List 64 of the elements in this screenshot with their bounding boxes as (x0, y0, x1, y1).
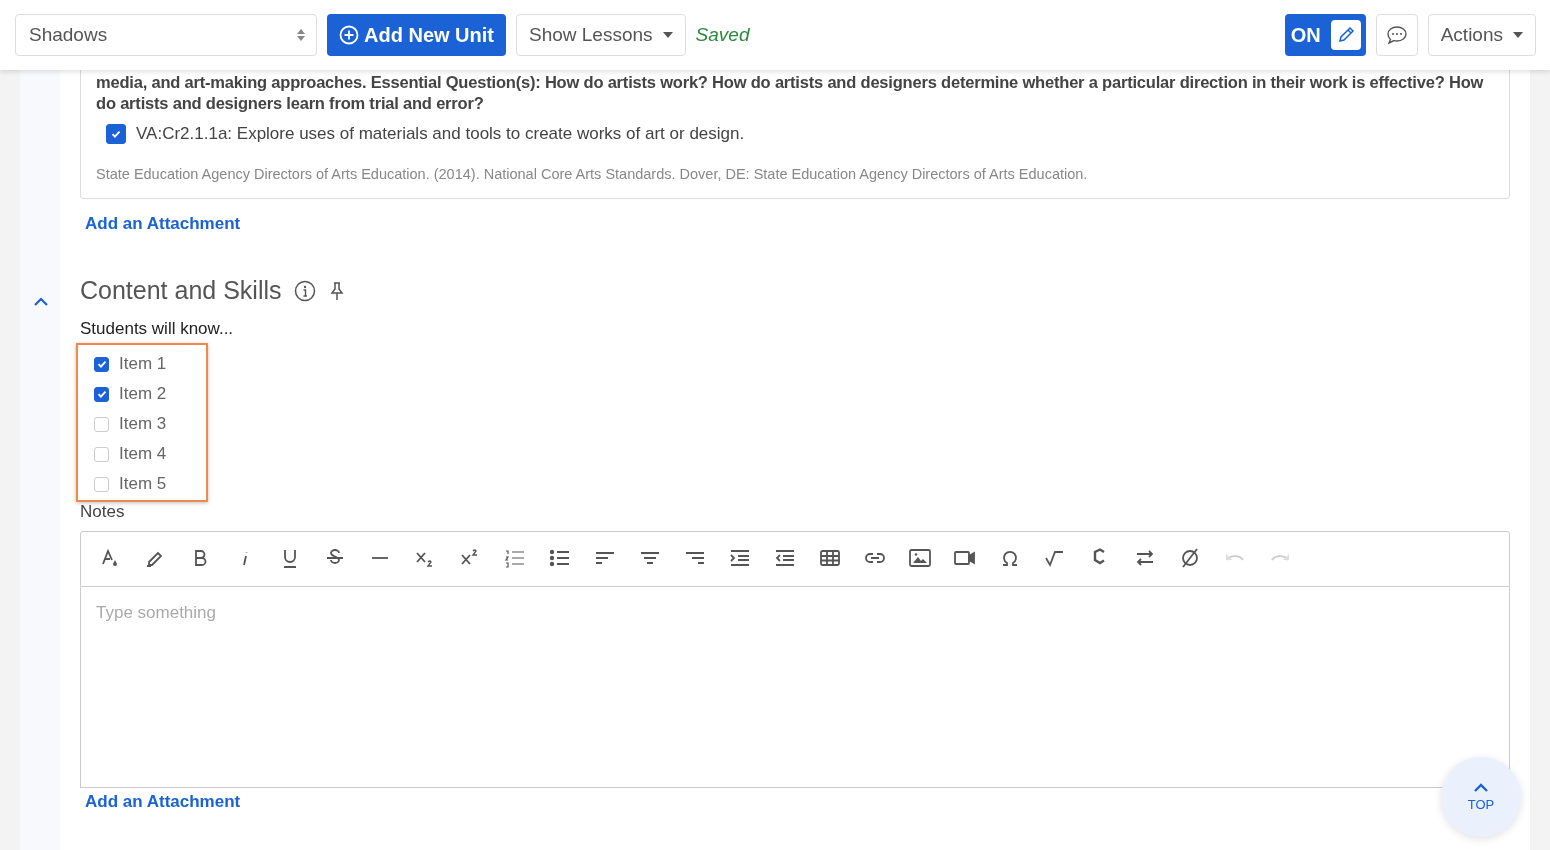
add-attachment-link[interactable]: Add an Attachment (85, 214, 241, 234)
video-camera-icon (954, 551, 975, 565)
caret-icon (1513, 32, 1523, 38)
standard-label: VA:Cr2.1.1a: Explore uses of materials and tools to create works of art or design. (136, 124, 745, 144)
swap-arrows-icon (1136, 550, 1154, 566)
omega-icon (1002, 550, 1018, 566)
caret-icon (662, 32, 673, 38)
bullet-list-icon (549, 549, 570, 567)
show-lessons-button[interactable]: Show Lessons (516, 14, 686, 56)
checkmark-icon (95, 358, 108, 370)
plus-circle-icon (339, 25, 359, 45)
back-to-top-button[interactable]: TOP (1441, 757, 1521, 837)
highlighter-icon (146, 551, 163, 567)
align-right-icon (685, 552, 705, 564)
align-center-icon (640, 552, 660, 564)
notes-field[interactable]: Type something (80, 587, 1510, 788)
horizontal-rule-icon (371, 557, 389, 559)
subscript-icon (416, 552, 433, 567)
collapse-chevron-icon[interactable] (33, 297, 49, 307)
pencil-icon (1330, 20, 1361, 50)
speech-bubble-icon (1385, 25, 1408, 45)
checkmark-icon (95, 388, 108, 400)
numbered-list-icon (504, 550, 525, 568)
underline-icon (283, 549, 297, 568)
standard-description: media, and art-making approaches. Essential Question(s): How do artists work? How do artists and designers determine whether a particular direction in their work is effective? How do artists and designers learn from trial and error? (96, 72, 1485, 114)
link-icon (865, 553, 885, 563)
italic-icon (243, 551, 248, 566)
indent-icon (730, 550, 750, 566)
strikethrough-icon (326, 549, 344, 564)
image-icon (909, 549, 931, 567)
undo-icon (1226, 554, 1244, 561)
save-status: Saved (695, 24, 750, 46)
redo-icon (1271, 554, 1289, 561)
citation: State Education Agency Directors of Arts Education. (2014). National Core Arts Standards. Dover, DE: State Education Agency Directors of Arts Education. (96, 166, 1089, 182)
notes-label: Notes (80, 502, 125, 522)
add-attachment-link[interactable]: Add an Attachment (85, 792, 241, 812)
checkbox[interactable] (94, 356, 109, 372)
comment-button[interactable] (1375, 14, 1418, 56)
prompt-text: Students will know... (80, 319, 234, 339)
image-button[interactable] (908, 546, 932, 570)
chevron-up-icon (1473, 782, 1489, 793)
checkmark-icon (110, 128, 122, 140)
superscript-icon (461, 549, 478, 565)
item-label: Item 1 (119, 354, 167, 374)
section-title: Content and Skills (80, 276, 282, 305)
item-label: Item 5 (119, 474, 167, 494)
item-label: Item 3 (119, 414, 167, 434)
square-root-icon (1045, 551, 1064, 568)
table-icon (820, 550, 840, 566)
info-icon[interactable] (293, 279, 316, 302)
checkbox[interactable] (94, 386, 109, 402)
edit-mode-toggle[interactable]: ON (1284, 14, 1366, 56)
actions-button[interactable]: Actions (1427, 14, 1536, 56)
add-unit-button[interactable]: Add New Unit (327, 14, 506, 56)
bold-icon (195, 550, 207, 566)
text-color-icon (102, 548, 117, 566)
item-label: Item 4 (119, 444, 167, 464)
align-left-icon (595, 552, 615, 564)
unit-select[interactable]: Shadows (15, 14, 317, 56)
sort-arrows-icon (296, 27, 306, 43)
clear-format-icon (1182, 548, 1198, 568)
item-label: Item 2 (119, 384, 167, 404)
outdent-icon (775, 550, 795, 566)
checkbox[interactable] (106, 124, 126, 144)
